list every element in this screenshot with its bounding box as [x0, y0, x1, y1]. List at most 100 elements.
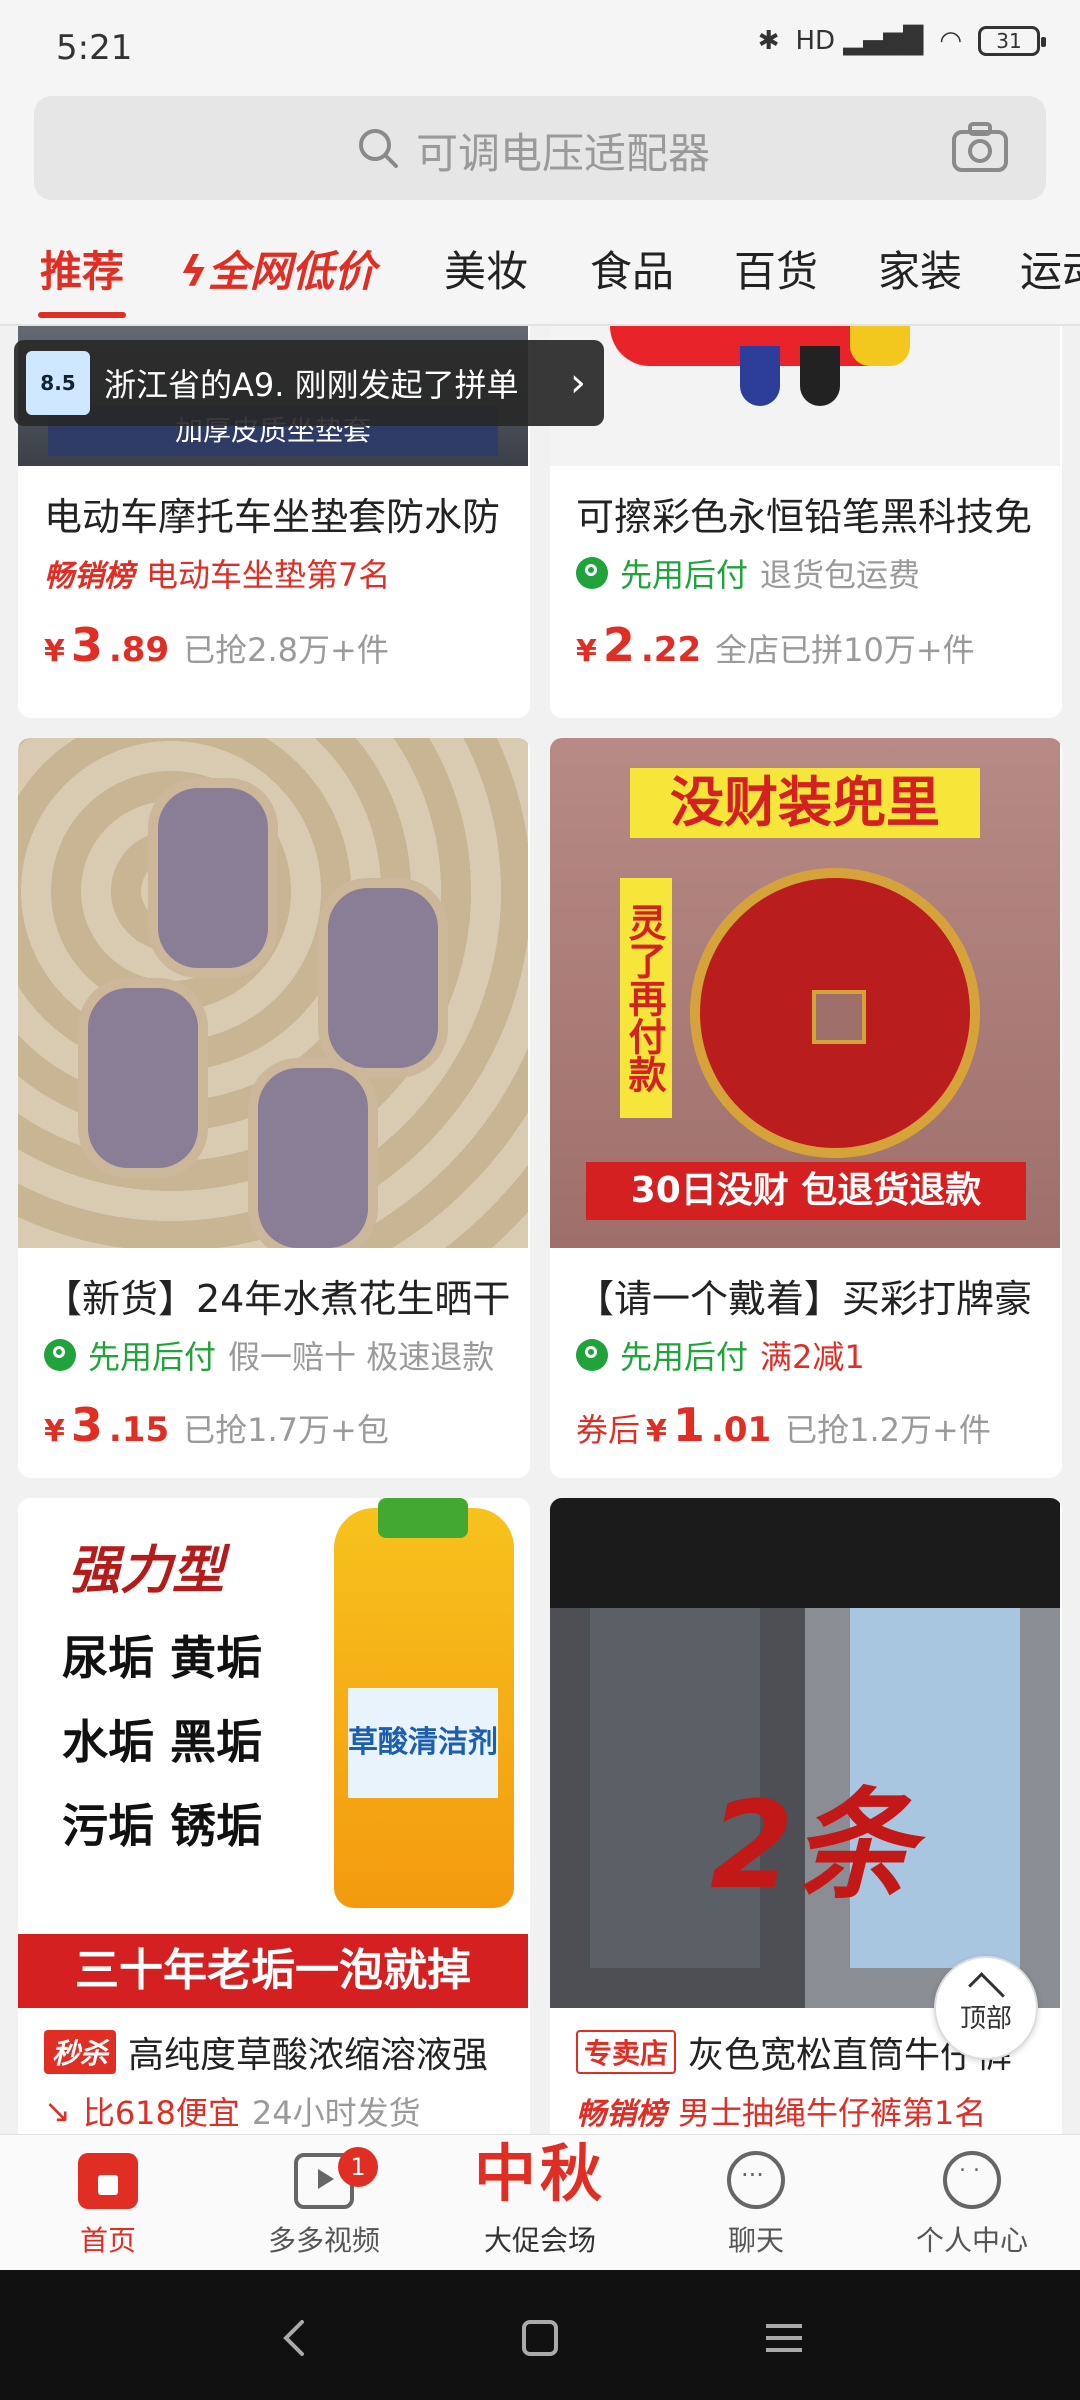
notification-badge: 1 — [338, 2147, 378, 2187]
price-decimal: .22 — [640, 630, 702, 670]
product-image: 强力型 尿垢 黄垢 水垢 黑垢 污垢 锈垢 草酸清洁剂 三十年老垢一泡就掉 — [18, 1498, 528, 2008]
price-row: ¥2.22 全店已拼10万+件 — [576, 618, 975, 672]
image-quantity-text: 2条 — [710, 1777, 914, 1916]
product-card[interactable]: 没财装兜里 灵了再付款 30日没财 包退货退款 【请一个戴着】买彩打牌豪 先用后… — [550, 738, 1062, 1478]
back-to-top-button[interactable]: 顶部 — [934, 1956, 1038, 2060]
product-image: 没财装兜里 灵了再付款 30日没财 包退货退款 — [550, 738, 1060, 1248]
nav-profile-label: 个人中心 — [915, 2224, 1028, 2257]
tab-general[interactable]: 百货 — [734, 238, 818, 299]
product-feed: 加厚皮质坐垫套 电动车摩托车坐垫套防水防 畅销榜 电动车坐垫第7名 ¥3.89 … — [0, 326, 1080, 2134]
nav-profile[interactable]: 个人中心 — [864, 2135, 1080, 2271]
nav-promo-venue[interactable]: 中秋 大促会场 — [432, 2135, 648, 2271]
tab-lowest-price[interactable]: ϟ全网低价 — [180, 238, 376, 299]
status-bar: 5:21 ✱ HD ▂▄▆█ ◠ 31 — [0, 0, 1080, 96]
product-title: 可擦彩色永恒铅笔黑科技免 — [576, 495, 1033, 539]
product-title: 【新货】24年水煮花生晒干 — [44, 1277, 511, 1321]
price-prefix: 券后 — [576, 1411, 641, 1449]
discount-tag: 满2减1 — [760, 1338, 865, 1376]
price-integer: 3 — [70, 618, 103, 672]
price-integer: 3 — [70, 1398, 103, 1452]
tab-recommend[interactable]: 推荐 — [40, 238, 124, 299]
toast-text: 浙江省的A9. 刚刚发起了拼单 — [104, 366, 519, 404]
price-integer: 1 — [672, 1398, 705, 1452]
bestseller-badge: 畅销榜 — [44, 559, 134, 594]
title-line: 秒杀 高纯度草酸浓缩溶液强 — [44, 2026, 488, 2078]
price-decimal: .89 — [108, 630, 170, 670]
video-icon: 1 — [294, 2147, 378, 2209]
chevron-right-icon: › — [570, 360, 586, 406]
image-slogan-banner: 三十年老垢一泡就掉 — [18, 1934, 528, 2008]
system-nav-bar — [0, 2270, 1080, 2400]
tag-line: 先用后付 假一赔十 极速退款 — [44, 1332, 494, 1378]
sold-count: 全店已拼10万+件 — [715, 631, 975, 669]
wifi-icon: ◠ — [939, 26, 962, 56]
price-decimal: .15 — [108, 1410, 170, 1450]
tab-home-decor[interactable]: 家装 — [878, 238, 962, 299]
camera-icon[interactable] — [950, 118, 1010, 178]
product-card[interactable]: 可擦彩色永恒铅笔黑科技免 先用后付 退货包运费 ¥2.22 全店已拼10万+件 — [550, 326, 1062, 718]
nav-video[interactable]: 1 多多视频 — [216, 2135, 432, 2271]
nav-promo-label: 大促会场 — [483, 2224, 596, 2257]
product-card[interactable]: 强力型 尿垢 黄垢 水垢 黑垢 污垢 锈垢 草酸清洁剂 三十年老垢一泡就掉 秒杀… — [18, 1498, 530, 2134]
pay-later-tag: 先用后付 — [620, 1338, 749, 1376]
shield-icon — [576, 557, 608, 589]
pay-later-tag: 先用后付 — [620, 556, 749, 594]
bluetooth-icon: ✱ — [757, 26, 780, 56]
battery-icon: 31 — [978, 26, 1046, 56]
home-button-icon[interactable] — [510, 2308, 570, 2368]
active-tab-indicator — [38, 312, 126, 318]
shield-icon — [44, 1339, 76, 1371]
product-title: 【请一个戴着】买彩打牌豪 — [576, 1277, 1033, 1321]
rank-line: 畅销榜 电动车坐垫第7名 — [44, 550, 390, 596]
currency-symbol: ¥ — [44, 634, 65, 669]
nav-chat-label: 聊天 — [727, 2224, 784, 2257]
chat-icon — [727, 2151, 785, 2209]
sold-count: 已抢1.2万+件 — [785, 1411, 991, 1449]
nav-video-label: 多多视频 — [267, 2224, 380, 2257]
product-title: 高纯度草酸浓缩溶液强 — [128, 2035, 489, 2076]
tab-sports[interactable]: 运动 — [1020, 238, 1080, 299]
image-headline: 没财装兜里 — [630, 768, 980, 838]
price-decimal: .01 — [710, 1410, 772, 1450]
category-tabs: 推荐 ϟ全网低价 美妆 食品 百货 家装 运动 — [0, 216, 1080, 326]
shipping-tag: 24小时发货 — [251, 2094, 421, 2132]
lightning-icon: ϟ — [180, 247, 208, 296]
rank-text: 男士抽绳牛仔裤第1名 — [678, 2094, 987, 2132]
rank-text: 电动车坐垫第7名 — [146, 556, 391, 594]
bottom-nav: 首页 1 多多视频 中秋 大促会场 聊天 个人中心 — [0, 2134, 1080, 2271]
search-area: 可调电压适配器 — [0, 96, 1080, 216]
back-icon[interactable] — [266, 2308, 326, 2368]
group-buy-toast[interactable]: 8.5 浙江省的A9. 刚刚发起了拼单 › — [14, 340, 604, 426]
price-trend-icon: ↘ — [44, 2092, 71, 2130]
nav-chat[interactable]: 聊天 — [648, 2135, 864, 2271]
nav-home[interactable]: 首页 — [0, 2135, 216, 2271]
menu-icon[interactable] — [754, 2308, 814, 2368]
status-icons: ✱ HD ▂▄▆█ ◠ 31 — [757, 26, 1046, 56]
search-input[interactable]: 可调电压适配器 — [34, 96, 1046, 200]
price-row: 券后 ¥1.01 已抢1.2万+件 — [576, 1398, 991, 1452]
home-icon — [78, 2153, 138, 2209]
product-card[interactable]: 【新货】24年水煮花生晒干 先用后付 假一赔十 极速退款 ¥3.15 已抢1.7… — [18, 738, 530, 1478]
cheaper-tag: 比618便宜 — [82, 2094, 240, 2132]
product-image — [18, 738, 528, 1248]
pay-later-tag: 先用后付 — [88, 1338, 217, 1376]
sold-count: 已抢2.8万+件 — [183, 631, 389, 669]
tab-beauty[interactable]: 美妆 — [444, 238, 528, 299]
return-shipping-tag: 退货包运费 — [760, 556, 921, 594]
tag-line: 先用后付 满2减1 — [576, 1332, 865, 1378]
price-integer: 2 — [602, 618, 635, 672]
search-icon — [359, 129, 398, 168]
status-time: 5:21 — [56, 28, 133, 68]
currency-symbol: ¥ — [576, 634, 597, 669]
tag-line: 先用后付 退货包运费 — [576, 550, 920, 596]
toast-thumbnail: 8.5 — [26, 351, 90, 415]
product-image: 2条 — [550, 1498, 1060, 2008]
price-row: ¥3.15 已抢1.7万+包 — [44, 1398, 389, 1452]
tag-line: ↘ 比618便宜 24小时发货 — [44, 2088, 421, 2134]
image-guarantee-banner: 30日没财 包退货退款 — [586, 1162, 1026, 1220]
tab-food[interactable]: 食品 — [590, 238, 674, 299]
shield-icon — [576, 1339, 608, 1371]
product-image — [550, 326, 1060, 466]
flash-sale-badge: 秒杀 — [44, 2030, 117, 2074]
signal-icon: HD ▂▄▆█ — [795, 26, 924, 56]
